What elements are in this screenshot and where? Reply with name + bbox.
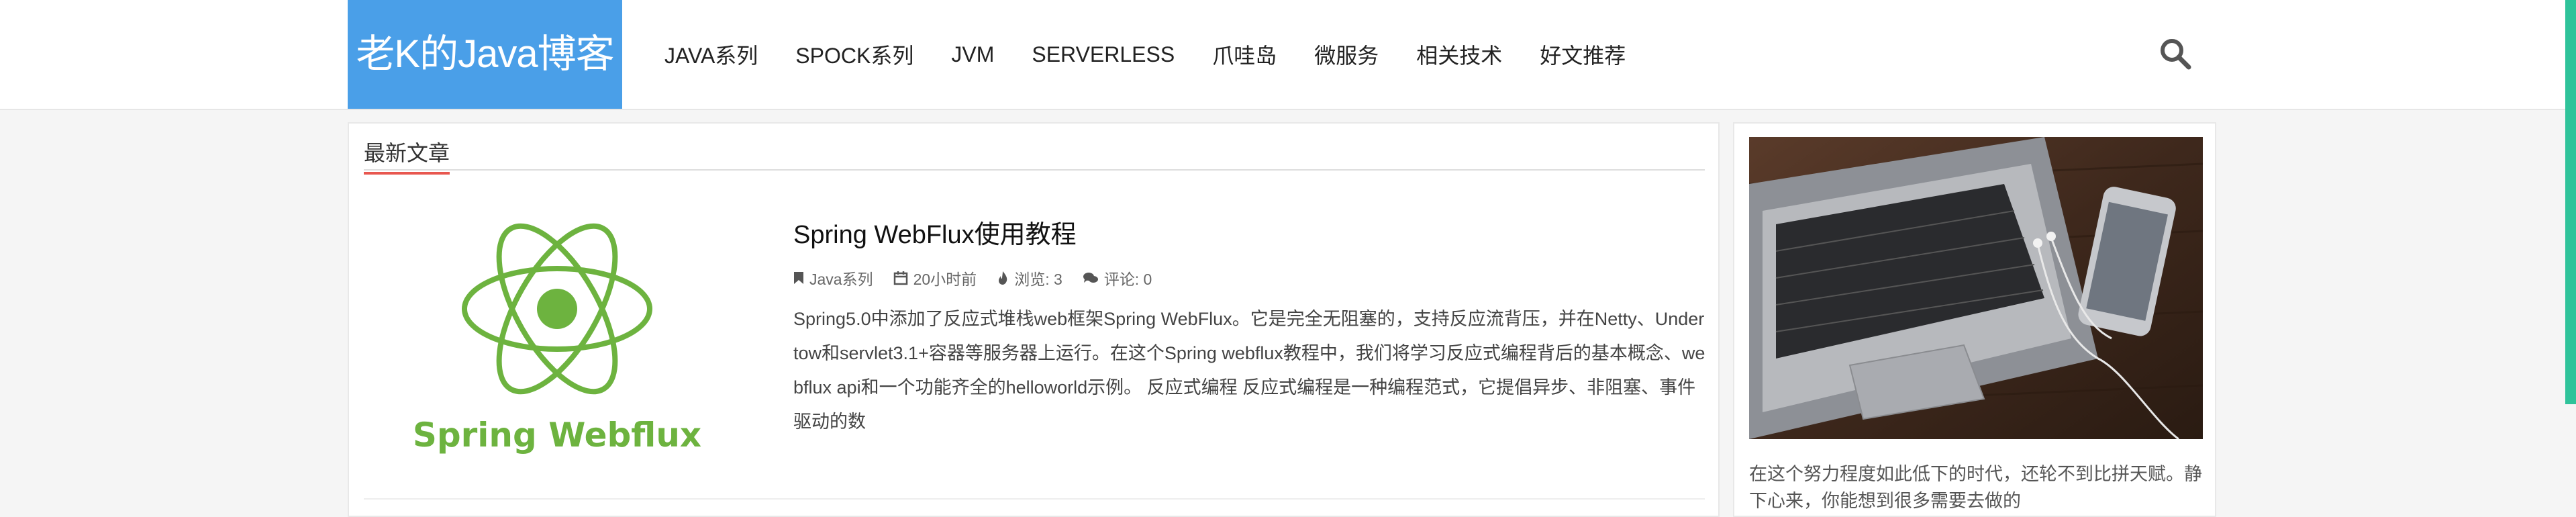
section-title: 最新文章 (364, 141, 450, 175)
nav-item-java[interactable]: JAVA系列 (664, 39, 758, 70)
thumb-caption: Spring Webflux (413, 416, 701, 455)
nav-item-serverless[interactable]: SERVERLESS (1032, 42, 1175, 67)
meta-time: 20小时前 (893, 267, 977, 289)
logo-nucleus (537, 289, 577, 329)
latest-articles-card: 最新文章 Spring Webflux Spring WebFlux使用教程 J… (348, 122, 1720, 517)
article-meta: Java系列 20小时前 浏览: 3 评论: 0 (793, 265, 1172, 291)
nav-item-recommended[interactable]: 好文推荐 (1540, 39, 1626, 70)
laptop-phone-photo (1749, 137, 2203, 439)
search-icon[interactable] (2158, 36, 2193, 71)
meta-comments: 评论: 0 (1083, 267, 1152, 289)
spring-webflux-logo: Spring Webflux (413, 223, 701, 455)
article-excerpt: Spring5.0中添加了反应式堆栈web框架Spring WebFlux。它是… (793, 309, 1705, 432)
comments-icon (1083, 273, 1098, 283)
comments-label: 评论: 0 (1103, 271, 1152, 288)
meta-views: 浏览: 3 (997, 267, 1062, 289)
views-label: 浏览: 3 (1014, 271, 1062, 288)
article-title[interactable]: Spring WebFlux使用教程 (793, 214, 1077, 250)
calendar-icon (893, 271, 907, 285)
article-divider (364, 498, 1705, 500)
section-header: 最新文章 (364, 141, 1705, 175)
nav-item-jvm[interactable]: JVM (951, 42, 994, 67)
nav-item-spock[interactable]: SPOCK系列 (795, 39, 913, 70)
time-label: 20小时前 (913, 271, 977, 288)
sidebar-quote: 在这个努力程度如此低下的时代，还轮不到比拼天赋。静下心来，你能想到很多需要去做的 (1749, 464, 2202, 511)
fire-icon (999, 271, 1007, 285)
main-nav: JAVA系列 SPOCK系列 JVM SERVERLESS 爪哇岛 微服务 相关… (664, 0, 1663, 109)
article-thumbnail[interactable]: Spring Webflux (365, 201, 741, 470)
meta-category[interactable]: Java系列 (793, 267, 873, 289)
site-header: 老K的Java博客 JAVA系列 SPOCK系列 JVM SERVERLESS … (0, 0, 2576, 110)
bookmark-icon (794, 272, 803, 284)
nav-item-java-island[interactable]: 爪哇岛 (1212, 39, 1277, 70)
site-logo[interactable]: 老K的Java博客 (348, 0, 622, 109)
sidebar-card: 在这个努力程度如此低下的时代，还轮不到比拼天赋。静下心来，你能想到很多需要去做的 (1733, 122, 2216, 517)
nav-item-microservices[interactable]: 微服务 (1314, 39, 1379, 70)
category-label: Java系列 (809, 271, 873, 288)
nav-item-related-tech[interactable]: 相关技术 (1416, 39, 1502, 70)
scroll-indicator[interactable] (2565, 0, 2576, 404)
